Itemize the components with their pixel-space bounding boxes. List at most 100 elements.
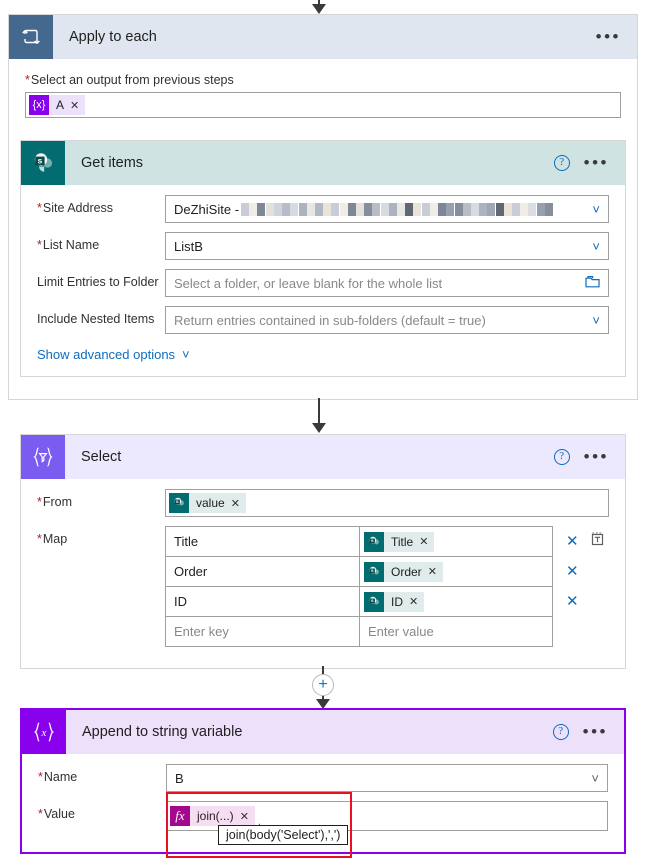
token-chip-a[interactable]: {x} A ✕ [29, 95, 86, 115]
value-label: *Value [38, 807, 75, 821]
remove-token-icon[interactable]: ✕ [70, 99, 79, 112]
sharepoint-icon: s [364, 531, 384, 552]
delete-map-row-icon[interactable]: ✕ [566, 534, 579, 549]
variable-name-input[interactable]: B ˅ [166, 764, 608, 792]
append-header[interactable]: x Append to string variable ? ••• [22, 710, 624, 754]
token-chip-value[interactable]: s value ✕ [169, 493, 246, 513]
sharepoint-icon: s [169, 493, 189, 513]
map-key-placeholder-cell[interactable]: Enter key [166, 617, 360, 646]
scope-input-field[interactable]: {x} A ✕ [25, 92, 621, 118]
include-nested-label: Include Nested Items [37, 312, 155, 326]
map-row[interactable]: Title s Title ✕ [166, 527, 552, 557]
map-label: *Map [37, 532, 68, 546]
field-list-name: *List Name ListB ˅ [37, 232, 609, 260]
site-address-input[interactable]: DeZhiSite - ˅ [165, 195, 609, 223]
get-items-body: *Site Address DeZhiSite - ˅ *List Name L… [21, 185, 625, 376]
map-key-cell[interactable]: Title [166, 527, 360, 556]
get-items-title: Get items [81, 155, 144, 171]
map-key-cell[interactable]: Order [166, 557, 360, 586]
apply-to-each-header[interactable]: Apply to each ••• [9, 15, 637, 59]
help-icon[interactable]: ? [553, 155, 570, 171]
loop-icon [9, 15, 53, 59]
token-label: join(...) [197, 809, 234, 823]
token-chip-title[interactable]: s Title ✕ [364, 531, 435, 552]
select-header[interactable]: Select ? ••• [21, 435, 625, 479]
token-chip-order[interactable]: s Order ✕ [364, 561, 443, 582]
svg-text:s: s [371, 598, 374, 603]
show-advanced-options-link[interactable]: Show advanced options ˅ [37, 347, 190, 362]
remove-token-icon[interactable]: ✕ [231, 497, 240, 510]
from-label: *From [37, 495, 73, 509]
map-row[interactable]: Order s Order ✕ [166, 557, 552, 587]
get-items-header[interactable]: s Get items ? ••• [21, 141, 625, 185]
map-value-cell[interactable]: s Order ✕ [360, 557, 552, 586]
scope-menu-button[interactable]: ••• [596, 28, 621, 45]
limit-entries-input[interactable]: Select a folder, or leave blank for the … [165, 269, 609, 297]
variable-name-value: B [175, 770, 184, 786]
help-icon[interactable]: ? [553, 449, 570, 465]
map-value-placeholder-cell[interactable]: Enter value [360, 617, 552, 646]
required-asterisk: * [37, 238, 42, 252]
connector-getitems-to-select [312, 398, 326, 433]
remove-token-icon[interactable]: ✕ [409, 595, 418, 608]
name-label: *Name [38, 770, 78, 784]
switch-to-text-mode-icon[interactable] [590, 531, 605, 551]
sharepoint-icon: s [364, 591, 384, 612]
map-actions-row-2: ✕ [566, 556, 605, 586]
remove-token-icon[interactable]: ✕ [428, 565, 437, 578]
list-name-value: ListB [174, 238, 203, 254]
required-asterisk: * [38, 807, 43, 821]
select-menu-button[interactable]: ••• [584, 448, 609, 465]
help-icon[interactable]: ? [552, 724, 569, 740]
from-input[interactable]: s value ✕ [165, 489, 609, 517]
map-key-cell[interactable]: ID [166, 587, 360, 616]
include-nested-placeholder: Return entries contained in sub-folders … [174, 312, 486, 328]
append-menu-button[interactable]: ••• [583, 723, 608, 740]
append-title: Append to string variable [82, 724, 243, 740]
apply-to-each-body: *Select an output from previous steps {x… [9, 59, 637, 118]
connector-into-scope [312, 0, 326, 14]
get-items-card[interactable]: s Get items ? ••• *Site Address DeZhiSit… [20, 140, 626, 377]
map-actions-row-3: ✕ [566, 586, 605, 616]
token-chip-join-expression[interactable]: fx join(...) ✕ [170, 806, 255, 826]
token-label: Title [391, 534, 414, 549]
variable-icon: {x} [29, 95, 49, 115]
select-icon [21, 435, 65, 479]
list-name-label: *List Name [37, 238, 100, 252]
chevron-down-icon[interactable]: ˅ [592, 313, 600, 328]
map-row-actions: ✕ ✕ ✕ [553, 526, 605, 647]
insert-new-step-button[interactable]: + [312, 674, 334, 696]
delete-map-row-icon[interactable]: ✕ [566, 564, 579, 579]
chevron-down-icon[interactable]: ˅ [591, 771, 599, 786]
field-map: *Map Title s Title ✕ Order s Order ✕ ID … [37, 526, 609, 647]
chevron-down-icon[interactable]: ˅ [592, 202, 600, 217]
svg-text:s: s [38, 155, 43, 165]
map-value-cell[interactable]: s Title ✕ [360, 527, 552, 556]
remove-token-icon[interactable]: ✕ [240, 810, 249, 823]
required-asterisk: * [38, 770, 43, 784]
delete-map-row-icon[interactable]: ✕ [566, 594, 579, 609]
map-value-cell[interactable]: s ID ✕ [360, 587, 552, 616]
field-from: *From s value ✕ [37, 489, 609, 517]
limit-entries-label: Limit Entries to Folder [37, 275, 159, 289]
field-site-address: *Site Address DeZhiSite - ˅ [37, 195, 609, 223]
get-items-menu-button[interactable]: ••• [584, 154, 609, 171]
remove-token-icon[interactable]: ✕ [419, 535, 428, 548]
flow-designer-canvas: Apply to each ••• *Select an output from… [0, 0, 646, 868]
token-chip-id[interactable]: s ID ✕ [364, 591, 425, 612]
scope-input-label: *Select an output from previous steps [25, 73, 234, 87]
required-asterisk: * [37, 201, 42, 215]
select-title: Select [81, 449, 122, 465]
required-asterisk: * [37, 532, 42, 546]
list-name-input[interactable]: ListB ˅ [165, 232, 609, 260]
chevron-down-icon[interactable]: ˅ [592, 239, 600, 254]
token-label: A [56, 98, 65, 112]
folder-picker-icon[interactable] [585, 275, 600, 291]
map-row-empty[interactable]: Enter key Enter value [166, 617, 552, 647]
map-table: Title s Title ✕ Order s Order ✕ ID s ID … [165, 526, 553, 647]
map-row[interactable]: ID s ID ✕ [166, 587, 552, 617]
variable-icon: x [22, 710, 66, 754]
select-card[interactable]: Select ? ••• *From s value ✕ *Map Title … [20, 434, 626, 669]
include-nested-input[interactable]: Return entries contained in sub-folders … [165, 306, 609, 334]
site-address-value: DeZhiSite - [174, 202, 586, 217]
